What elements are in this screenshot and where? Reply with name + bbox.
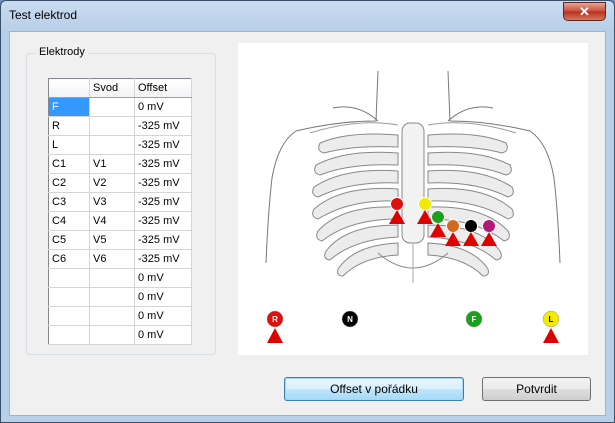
- table-cell-lead[interactable]: V3: [89, 192, 135, 212]
- table-row[interactable]: F 0 mV: [48, 97, 192, 117]
- chest-electrode-c1: [390, 197, 404, 211]
- table-cell-offset[interactable]: -325 mV: [134, 116, 192, 136]
- chest-electrode-c2: [418, 197, 432, 211]
- table-cell-offset[interactable]: -325 mV: [134, 230, 192, 250]
- table-cell-electrode[interactable]: [48, 268, 90, 288]
- table-row[interactable]: C3 V3 -325 mV: [48, 192, 192, 212]
- limb-electrodes: RNFL: [266, 310, 560, 343]
- table-cell-electrode[interactable]: [48, 306, 90, 326]
- electrode-table[interactable]: Svod Offset F0 mV R -325 mV L -325 mV C1 V1 -32…: [48, 78, 192, 345]
- table-cell-offset[interactable]: -325 mV: [134, 211, 192, 231]
- table-row[interactable]: C4 V4 -325 mV: [48, 211, 192, 231]
- limb-electrode-label: L: [549, 315, 554, 324]
- table-cell-electrode[interactable]: F: [48, 97, 90, 117]
- title-bar[interactable]: Test elektrod ✕: [1, 1, 614, 31]
- column-header-lead[interactable]: Svod: [89, 78, 135, 98]
- table-cell-electrode[interactable]: [48, 287, 90, 307]
- table-cell-offset[interactable]: -325 mV: [134, 192, 192, 212]
- table-cell-offset[interactable]: 0 mV: [134, 325, 192, 345]
- table-row[interactable]: 0 mV: [48, 306, 192, 326]
- table-cell-lead[interactable]: V4: [89, 211, 135, 231]
- table-cell-lead[interactable]: V6: [89, 249, 135, 269]
- table-cell-lead[interactable]: [89, 268, 135, 288]
- torso-diagram: RNFL: [265, 70, 561, 343]
- table-row[interactable]: C2 V2 -325 mV: [48, 173, 192, 193]
- limb-electrode-label: N: [347, 315, 353, 324]
- warning-triangle-icon: [543, 328, 559, 343]
- offset-ok-button[interactable]: Offset v pořádku: [284, 377, 464, 401]
- table-cell-lead[interactable]: V1: [89, 154, 135, 174]
- warning-triangle-icon: [267, 328, 283, 343]
- table-cell-offset[interactable]: 0 mV: [134, 268, 192, 288]
- table-cell-electrode[interactable]: C3: [48, 192, 90, 212]
- table-cell-offset[interactable]: -325 mV: [134, 135, 192, 155]
- table-row[interactable]: C6 V6 -325 mV: [48, 249, 192, 269]
- table-row[interactable]: 0 mV: [48, 268, 192, 288]
- electrodes-group-label: Elektrody: [36, 46, 88, 58]
- table-cell-electrode[interactable]: C1: [48, 154, 90, 174]
- chest-electrode-c6: [482, 219, 496, 233]
- chest-electrode-c4: [446, 219, 460, 233]
- table-cell-lead[interactable]: [89, 97, 135, 117]
- table-cell-lead[interactable]: [89, 135, 135, 155]
- table-row[interactable]: R -325 mV: [48, 116, 192, 136]
- column-header-offset[interactable]: Offset: [134, 78, 192, 98]
- limb-electrode-label: R: [272, 315, 278, 324]
- window-title: Test elektrod: [9, 8, 78, 22]
- chest-electrode-c3: [431, 210, 445, 224]
- table-cell-lead[interactable]: V2: [89, 173, 135, 193]
- table-cell-electrode[interactable]: R: [48, 116, 90, 136]
- table-cell-electrode[interactable]: L: [48, 135, 90, 155]
- column-header-electrode[interactable]: [48, 78, 90, 98]
- table-row[interactable]: 0 mV: [48, 287, 192, 307]
- table-cell-lead[interactable]: [89, 306, 135, 326]
- table-row[interactable]: C5 V5 -325 mV: [48, 230, 192, 250]
- table-cell-electrode[interactable]: C2: [48, 173, 90, 193]
- table-row[interactable]: L -325 mV: [48, 135, 192, 155]
- confirm-button[interactable]: Potvrdit: [482, 377, 591, 401]
- table-cell-offset[interactable]: 0 mV: [134, 287, 192, 307]
- torso-diagram-panel: RNFL: [238, 43, 588, 355]
- torso-illustration: [265, 70, 561, 283]
- table-cell-electrode[interactable]: C6: [48, 249, 90, 269]
- table-cell-lead[interactable]: [89, 325, 135, 345]
- table-cell-electrode[interactable]: [48, 325, 90, 345]
- table-cell-offset[interactable]: 0 mV: [134, 306, 192, 326]
- table-cell-offset[interactable]: -325 mV: [134, 154, 192, 174]
- table-cell-offset[interactable]: -325 mV: [134, 173, 192, 193]
- table-cell-electrode[interactable]: C4: [48, 211, 90, 231]
- table-cell-lead[interactable]: [89, 287, 135, 307]
- table-row[interactable]: 0 mV: [48, 325, 192, 345]
- chest-electrode-c5: [464, 219, 478, 233]
- table-cell-electrode[interactable]: C5: [48, 230, 90, 250]
- table-cell-offset[interactable]: 0 mV: [134, 97, 192, 117]
- table-cell-lead[interactable]: [89, 116, 135, 136]
- close-button[interactable]: ✕: [563, 2, 606, 21]
- table-cell-offset[interactable]: -325 mV: [134, 249, 192, 269]
- table-cell-lead[interactable]: V5: [89, 230, 135, 250]
- limb-electrode-label: F: [472, 315, 477, 324]
- table-row[interactable]: C1 V1 -325 mV: [48, 154, 192, 174]
